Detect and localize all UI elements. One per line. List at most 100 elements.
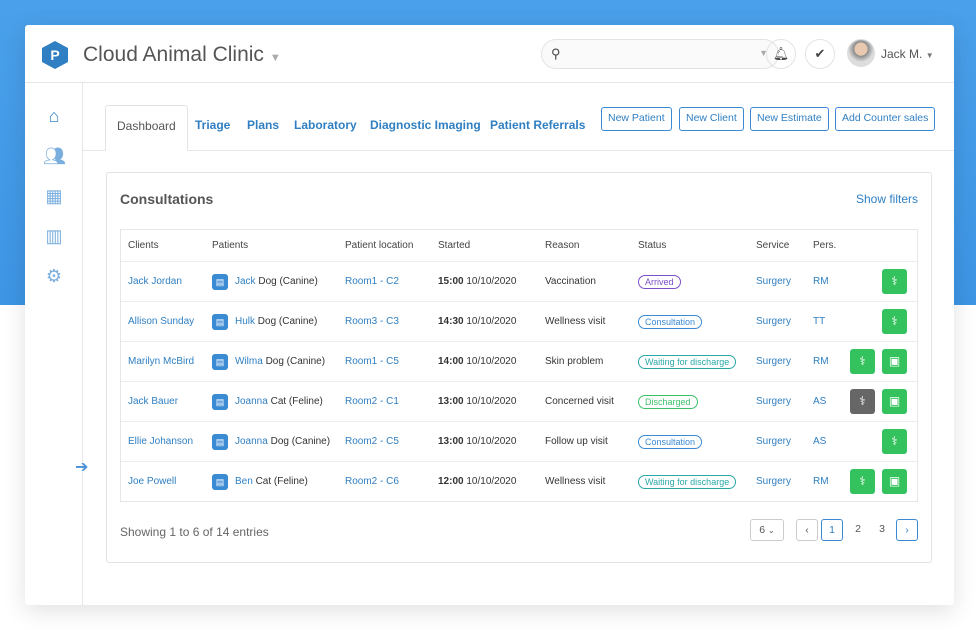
- personnel-link[interactable]: RM: [813, 462, 829, 501]
- tab-patient-referrals[interactable]: Patient Referrals: [490, 105, 585, 151]
- location-link[interactable]: Room3 - C3: [345, 302, 399, 341]
- location-link[interactable]: Room2 - C5: [345, 422, 399, 461]
- user-menu[interactable]: Jack M. ▼: [881, 47, 934, 61]
- patient-record-icon[interactable]: ▤: [212, 353, 228, 370]
- patient-record-icon[interactable]: ▤: [212, 393, 228, 410]
- patient-cell: ▤ Ben Cat (Feline): [212, 462, 308, 501]
- page-2[interactable]: 2: [847, 519, 869, 541]
- service-link[interactable]: Surgery: [756, 302, 791, 341]
- gear-icon[interactable]: ⚙: [43, 265, 65, 287]
- column-header[interactable]: Service: [756, 230, 789, 261]
- patient-link[interactable]: Jack: [235, 276, 256, 287]
- started-cell: 13:00 10/10/2020: [438, 422, 516, 461]
- patient-link[interactable]: Joanna: [235, 396, 268, 407]
- clinic-selector[interactable]: Cloud Animal Clinic ▼: [83, 43, 281, 67]
- column-header[interactable]: Reason: [545, 230, 579, 261]
- location-link[interactable]: Room2 - C1: [345, 382, 399, 421]
- column-header[interactable]: Started: [438, 230, 470, 261]
- tasks-button[interactable]: ✔: [805, 39, 835, 69]
- column-header[interactable]: Status: [638, 230, 666, 261]
- tab-diagnostic-imaging[interactable]: Diagnostic Imaging: [370, 105, 481, 151]
- tab-plans[interactable]: Plans: [247, 105, 279, 151]
- status-cell: Waiting for discharge: [638, 462, 737, 501]
- client-link[interactable]: Jack Bauer: [128, 382, 178, 421]
- table-header: Clients Patients Patient location Starte…: [121, 230, 917, 261]
- notifications-button[interactable]: 🔔︎: [766, 39, 796, 69]
- client-link[interactable]: Jack Jordan: [128, 262, 182, 301]
- column-header[interactable]: Patient location: [345, 230, 413, 261]
- service-link[interactable]: Surgery: [756, 382, 791, 421]
- consult-button[interactable]: ⚕: [882, 429, 907, 454]
- personnel-link[interactable]: RM: [813, 262, 829, 301]
- arrow-right-icon: ➔: [75, 459, 89, 476]
- consult-button[interactable]: ⚕: [850, 349, 875, 374]
- consult-button[interactable]: ⚕: [850, 469, 875, 494]
- patient-link[interactable]: Wilma: [235, 356, 263, 367]
- prev-page-button[interactable]: ‹: [796, 519, 818, 541]
- consult-button[interactable]: ⚕: [882, 269, 907, 294]
- location-link[interactable]: Room1 - C5: [345, 342, 399, 381]
- page-1[interactable]: 1: [821, 519, 843, 541]
- status-badge: Waiting for discharge: [638, 474, 737, 489]
- stethoscope-icon: ⚕: [859, 394, 866, 408]
- client-link[interactable]: Allison Sunday: [128, 302, 194, 341]
- tab-laboratory[interactable]: Laboratory: [294, 105, 357, 151]
- status-badge: Discharged: [638, 394, 698, 409]
- start-time: 14:00: [438, 356, 464, 367]
- consult-button[interactable]: ⚕: [882, 309, 907, 334]
- client-link[interactable]: Marilyn McBird: [128, 342, 194, 381]
- payment-button[interactable]: ▣: [882, 349, 907, 374]
- page-size-select[interactable]: 6 ⌄: [750, 519, 784, 541]
- show-filters-link[interactable]: Show filters: [856, 192, 918, 206]
- column-header[interactable]: Patients: [212, 230, 248, 261]
- client-link[interactable]: Joe Powell: [128, 462, 176, 501]
- patient-record-icon[interactable]: ▤: [212, 313, 228, 330]
- service-link[interactable]: Surgery: [756, 422, 791, 461]
- personnel-link[interactable]: RM: [813, 342, 829, 381]
- app-window: P Cloud Animal Clinic ▼ ⚲ ▼ 🔔︎ ✔ Jack M. ▼…: [25, 25, 954, 605]
- money-icon: ▣: [888, 474, 901, 488]
- payment-button[interactable]: ▣: [882, 469, 907, 494]
- column-header[interactable]: Pers.: [813, 230, 836, 261]
- service-link[interactable]: Surgery: [756, 342, 791, 381]
- next-page-button[interactable]: ›: [896, 519, 918, 541]
- patient-link[interactable]: Ben: [235, 476, 253, 487]
- client-link[interactable]: Ellie Johanson: [128, 422, 193, 461]
- column-header[interactable]: Clients: [128, 230, 159, 261]
- chevron-left-icon: ‹: [805, 524, 809, 536]
- reason: Wellness visit: [545, 476, 606, 487]
- personnel-link[interactable]: AS: [813, 422, 826, 461]
- new-client-button[interactable]: New Client: [679, 107, 744, 131]
- reports-icon[interactable]: ▥: [43, 225, 65, 247]
- table-row: Joe Powell ▤ Ben Cat (Feline) Room2 - C6 …: [121, 461, 917, 501]
- species: Dog (Canine): [270, 436, 331, 447]
- personnel-link[interactable]: AS: [813, 382, 826, 421]
- location-link[interactable]: Room1 - C2: [345, 262, 399, 301]
- personnel-link[interactable]: TT: [813, 302, 825, 341]
- tab-dashboard[interactable]: Dashboard: [105, 105, 188, 151]
- started-cell: 14:30 10/10/2020: [438, 302, 516, 341]
- location-link[interactable]: Room2 - C6: [345, 462, 399, 501]
- patient-record-icon[interactable]: ▤: [212, 473, 228, 490]
- new-patient-button[interactable]: New Patient: [601, 107, 672, 131]
- started-cell: 13:00 10/10/2020: [438, 382, 516, 421]
- search-input[interactable]: ⚲ ▼: [541, 39, 779, 69]
- patient-link[interactable]: Joanna: [235, 436, 268, 447]
- service-link[interactable]: Surgery: [756, 462, 791, 501]
- avatar[interactable]: [847, 39, 875, 67]
- patient-link[interactable]: Hulk: [235, 316, 255, 327]
- new-estimate-button[interactable]: New Estimate: [750, 107, 829, 131]
- calendar-icon[interactable]: ▦: [43, 185, 65, 207]
- species: Dog (Canine): [257, 316, 318, 327]
- check-icon: ✔: [814, 46, 826, 61]
- tab-triage[interactable]: Triage: [195, 105, 230, 151]
- patient-record-icon[interactable]: ▤: [212, 273, 228, 290]
- consult-button[interactable]: ⚕: [850, 389, 875, 414]
- patient-record-icon[interactable]: ▤: [212, 433, 228, 450]
- add-counter-sales-button[interactable]: Add Counter sales: [835, 107, 936, 131]
- home-icon[interactable]: ⌂: [43, 105, 65, 127]
- payment-button[interactable]: ▣: [882, 389, 907, 414]
- page-3[interactable]: 3: [871, 519, 893, 541]
- service-link[interactable]: Surgery: [756, 262, 791, 301]
- users-icon[interactable]: 👥︎: [43, 145, 66, 167]
